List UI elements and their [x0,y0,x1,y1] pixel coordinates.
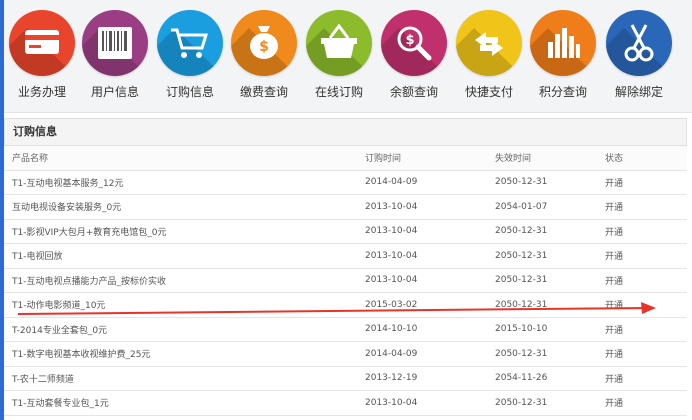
tool-business[interactable]: 业务办理 [4,10,80,100]
expiry-date: 2050-12-31 [487,243,597,269]
status: 开通 [597,292,687,318]
product-name: T1-电视回放 [4,243,357,269]
product-name: T1-数字电视基本收视维护费_25元 [4,341,357,367]
barcode-icon [98,27,132,59]
product-name: T-农十二师频道 [4,366,357,391]
table-header-row: 产品名称 订购时间 失效时间 状态 [4,146,687,171]
order-date: 2014-04-09 [357,170,487,195]
tool-business-label: 业务办理 [17,85,66,99]
status: 开通 [597,317,687,342]
tool-unbind[interactable]: 解除绑定 [601,10,677,100]
tool-online-order-label: 在线订购 [314,85,363,99]
money-bag-icon: $ [250,26,278,59]
toolbar: 业务办理 用户信息 订购信息 $ 缴费查询 在线订购 $ 余额查询 快捷支付 积… [4,0,692,113]
tool-online-order-circle [306,10,372,76]
table-row: T1-互动电视点播能力产品_按标价实收 2013-10-04 2050-12-3… [4,268,687,293]
col-header-expiry-date: 失效时间 [487,146,597,171]
expiry-date: 2050-12-31 [487,268,597,293]
tool-unbind-label: 解除绑定 [614,85,663,99]
product-name: T1-动作电影频道_10元 [4,292,357,318]
table-row: T-2014专业全套包_0元 2014-10-10 2015-10-10 开通 [4,317,687,342]
order-date: 2015-03-02 [357,292,487,318]
tool-business-circle [9,10,75,76]
expiry-date: 2050-12-31 [487,170,597,195]
order-date: 2013-10-04 [357,243,487,269]
table-row: 互动电视设备安装服务_0元 2013-10-04 2054-01-07 开通 [4,194,687,220]
svg-text:$: $ [405,33,414,48]
tool-quick-pay-circle [456,10,522,76]
status: 开通 [597,219,687,244]
expiry-date: 2050-12-31 [487,292,597,318]
tool-payment-query-label: 缴费查询 [239,85,288,99]
table-row: T1-互动电视基本服务_12元 2014-04-09 2050-12-31 开通 [4,170,687,195]
dollar-search-icon: $ [397,26,432,61]
tool-unbind-circle [606,10,672,76]
order-date: 2014-10-10 [357,317,487,342]
panel-title: 订购信息 [4,118,687,146]
tool-points-query-label: 积分查询 [538,85,587,99]
expiry-date: 2054-01-07 [487,194,597,220]
tool-order-info[interactable]: 订购信息 [152,10,228,100]
tool-points-query[interactable]: 积分查询 [525,10,601,100]
status: 开通 [597,341,687,367]
order-date: 2014-04-09 [357,341,487,367]
shopping-cart-icon [171,28,209,58]
col-header-product: 产品名称 [4,146,357,171]
order-table: 产品名称 订购时间 失效时间 状态 T1-互动电视基本服务_12元 2014-0… [4,146,687,416]
order-date: 2013-10-04 [357,219,487,244]
product-name: T-2014专业全套包_0元 [4,317,357,342]
tool-payment-query[interactable]: $ 缴费查询 [226,10,302,100]
bar-chart-icon [548,28,580,58]
order-date: 2013-10-04 [357,194,487,220]
table-row: T1-影视VIP大包月+教育充电馆包_0元 2013-10-04 2050-12… [4,219,687,244]
tool-quick-pay[interactable]: 快捷支付 [451,10,527,100]
order-date: 2013-10-04 [357,268,487,293]
expiry-date: 2054-11-26 [487,366,597,391]
col-header-status: 状态 [597,146,687,171]
tool-points-query-circle [530,10,596,76]
tool-balance-query-circle: $ [381,10,447,76]
tool-balance-query[interactable]: $ 余额查询 [376,10,452,100]
tool-quick-pay-label: 快捷支付 [464,85,513,99]
svg-text:$: $ [259,39,269,55]
table-row: T-农十二师频道 2013-12-19 2054-11-26 开通 [4,366,687,391]
table-row: T1-互动套餐专业包_1元 2013-10-04 2050-12-31 开通 [4,390,687,416]
expiry-date: 2015-10-10 [487,317,597,342]
expiry-date: 2050-12-31 [487,341,597,367]
status: 开通 [597,268,687,293]
table-row: T1-电视回放 2013-10-04 2050-12-31 开通 [4,243,687,269]
tool-order-info-circle [157,10,223,76]
product-name: T1-互动电视基本服务_12元 [4,170,357,195]
transfer-arrows-icon [475,32,503,56]
table-row: T1-动作电影频道_10元 2015-03-02 2050-12-31 开通 [4,292,687,318]
status: 开通 [597,390,687,416]
order-info-panel: 订购信息 产品名称 订购时间 失效时间 状态 T1-互动电视基本服务_12元 2… [4,118,687,420]
product-name: 互动电视设备安装服务_0元 [4,194,357,220]
col-header-order-date: 订购时间 [357,146,487,171]
product-name: T1-互动电视点播能力产品_按标价实收 [4,268,357,293]
scissors-icon [624,24,654,62]
expiry-date: 2050-12-31 [487,390,597,416]
tool-order-info-label: 订购信息 [165,85,214,99]
basket-icon [321,23,357,58]
status: 开通 [597,194,687,220]
tool-user-info-label: 用户信息 [90,85,139,99]
order-date: 2013-12-19 [357,366,487,391]
expiry-date: 2050-12-31 [487,219,597,244]
tool-online-order[interactable]: 在线订购 [301,10,377,100]
order-date: 2013-10-04 [357,390,487,416]
status: 开通 [597,366,687,391]
credit-card-icon [25,30,59,54]
status: 开通 [597,170,687,195]
tool-payment-query-circle: $ [231,10,297,76]
tool-balance-query-label: 余额查询 [389,85,438,99]
tool-user-info[interactable]: 用户信息 [77,10,153,100]
product-name: T1-互动套餐专业包_1元 [4,390,357,416]
tool-user-info-circle [82,10,148,76]
status: 开通 [597,243,687,269]
product-name: T1-影视VIP大包月+教育充电馆包_0元 [4,219,357,244]
table-row: T1-数字电视基本收视维护费_25元 2014-04-09 2050-12-31… [4,341,687,367]
